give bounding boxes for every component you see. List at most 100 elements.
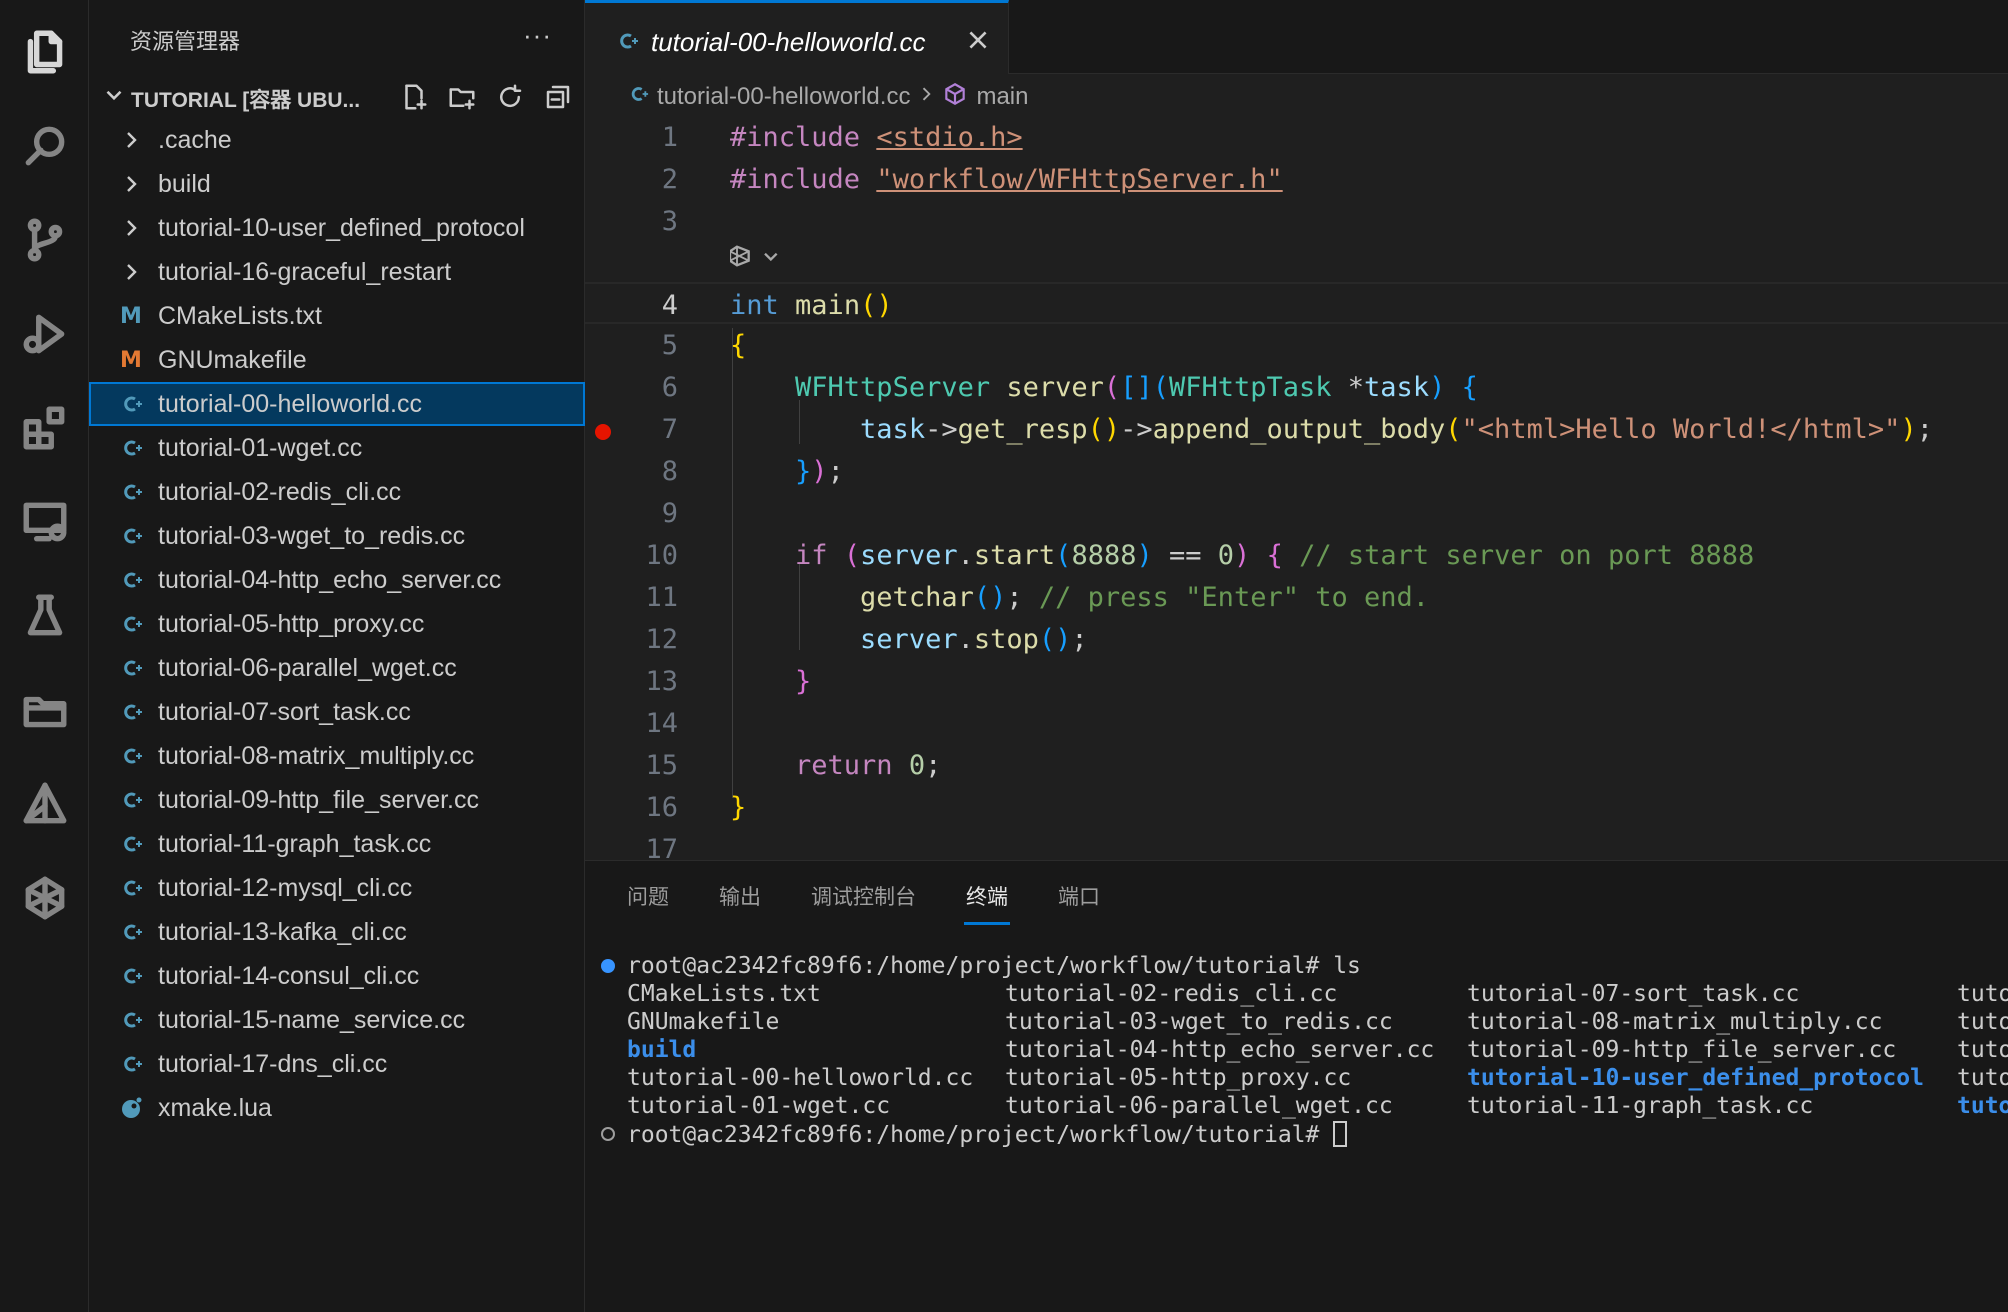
ls-entry: tutorial-00-helloworld.cc [627,1065,974,1091]
codelens-icon[interactable] [728,242,790,272]
code-line: 9 [661,498,678,529]
testing-icon[interactable] [0,568,89,664]
lua-file-icon [119,1096,143,1120]
ls-entry: tuto [1957,1037,2008,1063]
cpp-file-icon [119,436,143,460]
cpp-file-icon [119,480,143,504]
tab-terminal[interactable]: 终端 [964,881,1010,925]
code-line: 5 { [661,330,747,361]
new-folder-icon[interactable] [445,80,479,114]
code-line: 11 getchar(); // press "Enter" to end. [645,582,1430,613]
extensions-icon[interactable] [0,380,89,476]
chevron-right-icon [119,172,143,196]
cpp-file-icon [119,832,143,856]
breadcrumb-symbol[interactable]: main [976,83,1028,111]
command-pending-icon[interactable] [601,1127,615,1141]
symbol-method-icon [942,81,976,114]
cpp-file-icon [119,876,143,900]
new-file-icon[interactable] [397,80,431,114]
tree-item-gnumakefile[interactable]: M GNUmakefile [89,338,585,382]
close-icon[interactable] [965,27,991,53]
ls-entry: tutorial-07-sort_task.cc [1467,981,1800,1007]
cpp-file-icon [119,392,143,416]
tree-item-build[interactable]: build [89,162,585,206]
chevron-down-icon[interactable] [101,82,127,108]
cpp-file-icon [627,83,649,112]
ls-entry: tutorial-11-graph_task.cc [1467,1093,1814,1119]
remote-explorer-icon[interactable] [0,474,89,570]
tree-item-tutorial-03[interactable]: tutorial-03-wget_to_redis.cc [89,514,585,558]
ls-entry: tutorial-03-wget_to_redis.cc [1005,1009,1393,1035]
cmake-tools-icon[interactable] [0,756,89,852]
tree-item-tutorial-10[interactable]: tutorial-10-user_defined_protocol [89,206,585,250]
cpp-file-icon [119,964,143,988]
collapse-all-icon[interactable] [541,80,575,114]
tree-item-tutorial-02[interactable]: tutorial-02-redis_cli.cc [89,470,585,514]
workflow-icon[interactable] [0,850,89,946]
tree-item-cache[interactable]: .cache [89,118,585,162]
tab-debug-console[interactable]: 调试控制台 [811,881,916,925]
chevron-right-icon [910,83,942,111]
code-line: 14 [645,708,678,739]
source-control-icon[interactable] [0,192,89,288]
tree-item-cmakelists[interactable]: M CMakeLists.txt [89,294,585,338]
tree-item-tutorial-13[interactable]: tutorial-13-kafka_cli.cc [89,910,585,954]
folder-icon[interactable] [0,662,89,758]
cpp-file-icon [119,1008,143,1032]
ls-entry: CMakeLists.txt [627,981,821,1007]
tree-item-tutorial-15[interactable]: tutorial-15-name_service.cc [89,998,585,1042]
tree-item-tutorial-17[interactable]: tutorial-17-dns_cli.cc [89,1042,585,1086]
search-icon[interactable] [0,98,89,194]
code-line: 4 int main() [585,282,2008,324]
tree-item-tutorial-12[interactable]: tutorial-12-mysql_cli.cc [89,866,585,910]
command-success-icon[interactable] [601,959,615,973]
tree-item-tutorial-16[interactable]: tutorial-16-graceful_restart [89,250,585,294]
tree-item-tutorial-11[interactable]: tutorial-11-graph_task.cc [89,822,585,866]
terminal-prompt: root@ac2342fc89f6:/home/project/workflow… [627,1121,1348,1149]
tree-item-tutorial-09[interactable]: tutorial-09-http_file_server.cc [89,778,585,822]
code-line: 12 server.stop(); [645,624,1088,655]
workspace-section-header[interactable]: TUTORIAL [容器 UBU... [89,78,585,114]
tree-item-tutorial-08[interactable]: tutorial-08-matrix_multiply.cc [89,734,585,778]
cmake-file-icon: M [120,303,142,329]
tree-item-tutorial-06[interactable]: tutorial-06-parallel_wget.cc [89,646,585,690]
ls-entry: tuto [1957,1065,2008,1091]
ls-entry: tutorial-04-http_echo_server.cc [1005,1037,1435,1063]
workspace-name: TUTORIAL [容器 UBU... [131,89,361,112]
tab-bar: tutorial-00-helloworld.cc [585,0,2008,74]
cpp-file-icon [119,744,143,768]
chevron-right-icon [119,260,143,284]
tree-item-xmake-lua[interactable]: xmake.lua [89,1086,585,1130]
ls-entry: tuto [1957,981,2008,1007]
refresh-icon[interactable] [493,80,527,114]
editor-area: tutorial-00-helloworld.cc tutorial-00-he… [585,0,2008,865]
ls-entry-dir: tutorial-10-user_defined_protocol [1467,1065,1924,1091]
tree-item-tutorial-00[interactable]: tutorial-00-helloworld.cc [89,382,585,426]
breadcrumb-file[interactable]: tutorial-00-helloworld.cc [657,83,910,111]
terminal-line: root@ac2342fc89f6:/home/project/workflow… [627,953,1361,979]
file-tree: .cache build tutorial-10-user_defined_pr… [89,118,585,1130]
ls-entry: tuto [1957,1009,2008,1035]
tab-problems[interactable]: 问题 [627,881,669,925]
tree-item-tutorial-04[interactable]: tutorial-04-http_echo_server.cc [89,558,585,602]
run-debug-icon[interactable] [0,286,89,382]
tab-ports[interactable]: 端口 [1058,881,1100,925]
tree-item-tutorial-07[interactable]: tutorial-07-sort_task.cc [89,690,585,734]
tab-output[interactable]: 输出 [719,881,761,925]
cpp-file-icon [119,1052,143,1076]
bottom-panel: 问题 输出 调试控制台 终端 端口 root@ac2342fc89f6:/hom… [585,860,2008,1312]
explorer-icon[interactable] [0,4,89,100]
cpp-file-icon [119,524,143,548]
ls-entry-dir: build [627,1037,697,1063]
ls-entry-dir: tuto [1957,1093,2008,1119]
ls-entry: GNUmakefile [627,1009,780,1035]
code-line: 3 [661,206,678,237]
activity-bar [0,0,89,1312]
tab-tutorial-00-helloworld[interactable]: tutorial-00-helloworld.cc [585,0,1009,74]
cpp-file-icon [119,612,143,636]
tab-title: tutorial-00-helloworld.cc [651,27,926,57]
tree-item-tutorial-01[interactable]: tutorial-01-wget.cc [89,426,585,470]
tree-item-tutorial-05[interactable]: tutorial-05-http_proxy.cc [89,602,585,646]
more-actions-icon[interactable]: ··· [523,20,552,51]
tree-item-tutorial-14[interactable]: tutorial-14-consul_cli.cc [89,954,585,998]
